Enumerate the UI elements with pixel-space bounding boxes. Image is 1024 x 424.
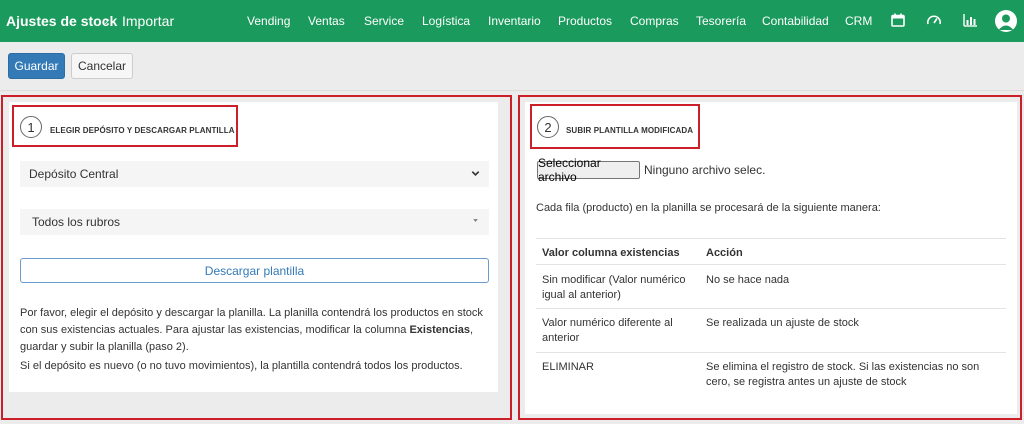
file-status-text: Ninguno archivo selec. [644, 163, 766, 177]
table-rule [536, 352, 1006, 353]
table-header-action: Acción [706, 247, 743, 259]
app-section-title[interactable]: Ajustes de stock [6, 13, 117, 29]
step1-instructions-bold: Existencias [409, 324, 471, 336]
table-row-2-action: Se realizada un ajuste de stock [706, 317, 859, 329]
user-avatar-icon[interactable] [995, 10, 1017, 32]
table-rule [536, 238, 1006, 239]
breadcrumb-separator: › [104, 12, 109, 28]
table-row-2-value: Valor numérico diferente al anterior [542, 317, 673, 344]
speedometer-icon[interactable] [926, 12, 942, 28]
step2-number: 2 [537, 116, 559, 138]
step2-title: SUBIR PLANTILLA MODIFICADA [566, 126, 694, 135]
table-rule [536, 264, 1006, 265]
toolbar-divider [0, 90, 1024, 91]
download-template-button[interactable]: Descargar plantilla [20, 258, 489, 283]
step1-instructions: Por favor, elegir el depósito y descarga… [20, 305, 492, 356]
top-navbar: Ajustes de stock › Importar Vending Vent… [0, 0, 1024, 42]
nav-ventas[interactable]: Ventas [308, 14, 345, 28]
bar-chart-icon[interactable] [962, 12, 978, 28]
nav-productos[interactable]: Productos [558, 14, 612, 28]
chevron-down-icon [471, 171, 480, 177]
nav-service[interactable]: Service [364, 14, 404, 28]
nav-compras[interactable]: Compras [630, 14, 679, 28]
deposit-select-value: Depósito Central [29, 167, 119, 181]
step1-number: 1 [20, 116, 42, 138]
table-header-value: Valor columna existencias [542, 247, 680, 259]
nav-contabilidad[interactable]: Contabilidad [762, 14, 829, 28]
table-row-3-value: ELIMINAR [542, 361, 594, 373]
cancel-button[interactable]: Cancelar [71, 53, 133, 79]
save-button[interactable]: Guardar [8, 53, 65, 79]
table-rule [536, 308, 1006, 309]
deposit-select[interactable]: Depósito Central [20, 161, 489, 187]
step1-title: ELEGIR DEPÓSITO Y DESCARGAR PLANTILLA [50, 126, 235, 135]
step2-intro: Cada fila (producto) en la planilla se p… [536, 202, 881, 214]
nav-tesoreria[interactable]: Tesorería [696, 14, 746, 28]
caret-down-icon [473, 219, 478, 222]
table-row-3-action: Se elimina el registro de stock. Si las … [706, 361, 980, 388]
table-row-1-value: Sin modificar (Valor numérico igual al a… [542, 274, 686, 301]
category-select[interactable]: Todos los rubros [20, 209, 489, 235]
table-row-1-action: No se hace nada [706, 274, 790, 286]
calendar-icon[interactable] [890, 12, 906, 28]
select-file-button[interactable]: Seleccionar archivo [537, 156, 640, 184]
nav-crm[interactable]: CRM [845, 14, 872, 28]
nav-inventario[interactable]: Inventario [488, 14, 541, 28]
nav-logistica[interactable]: Logística [422, 14, 470, 28]
step1-note: Si el depósito es nuevo (o no tuvo movim… [20, 360, 463, 372]
breadcrumb-current: Importar [122, 13, 175, 29]
category-select-value: Todos los rubros [32, 215, 121, 229]
nav-vending[interactable]: Vending [247, 14, 290, 28]
